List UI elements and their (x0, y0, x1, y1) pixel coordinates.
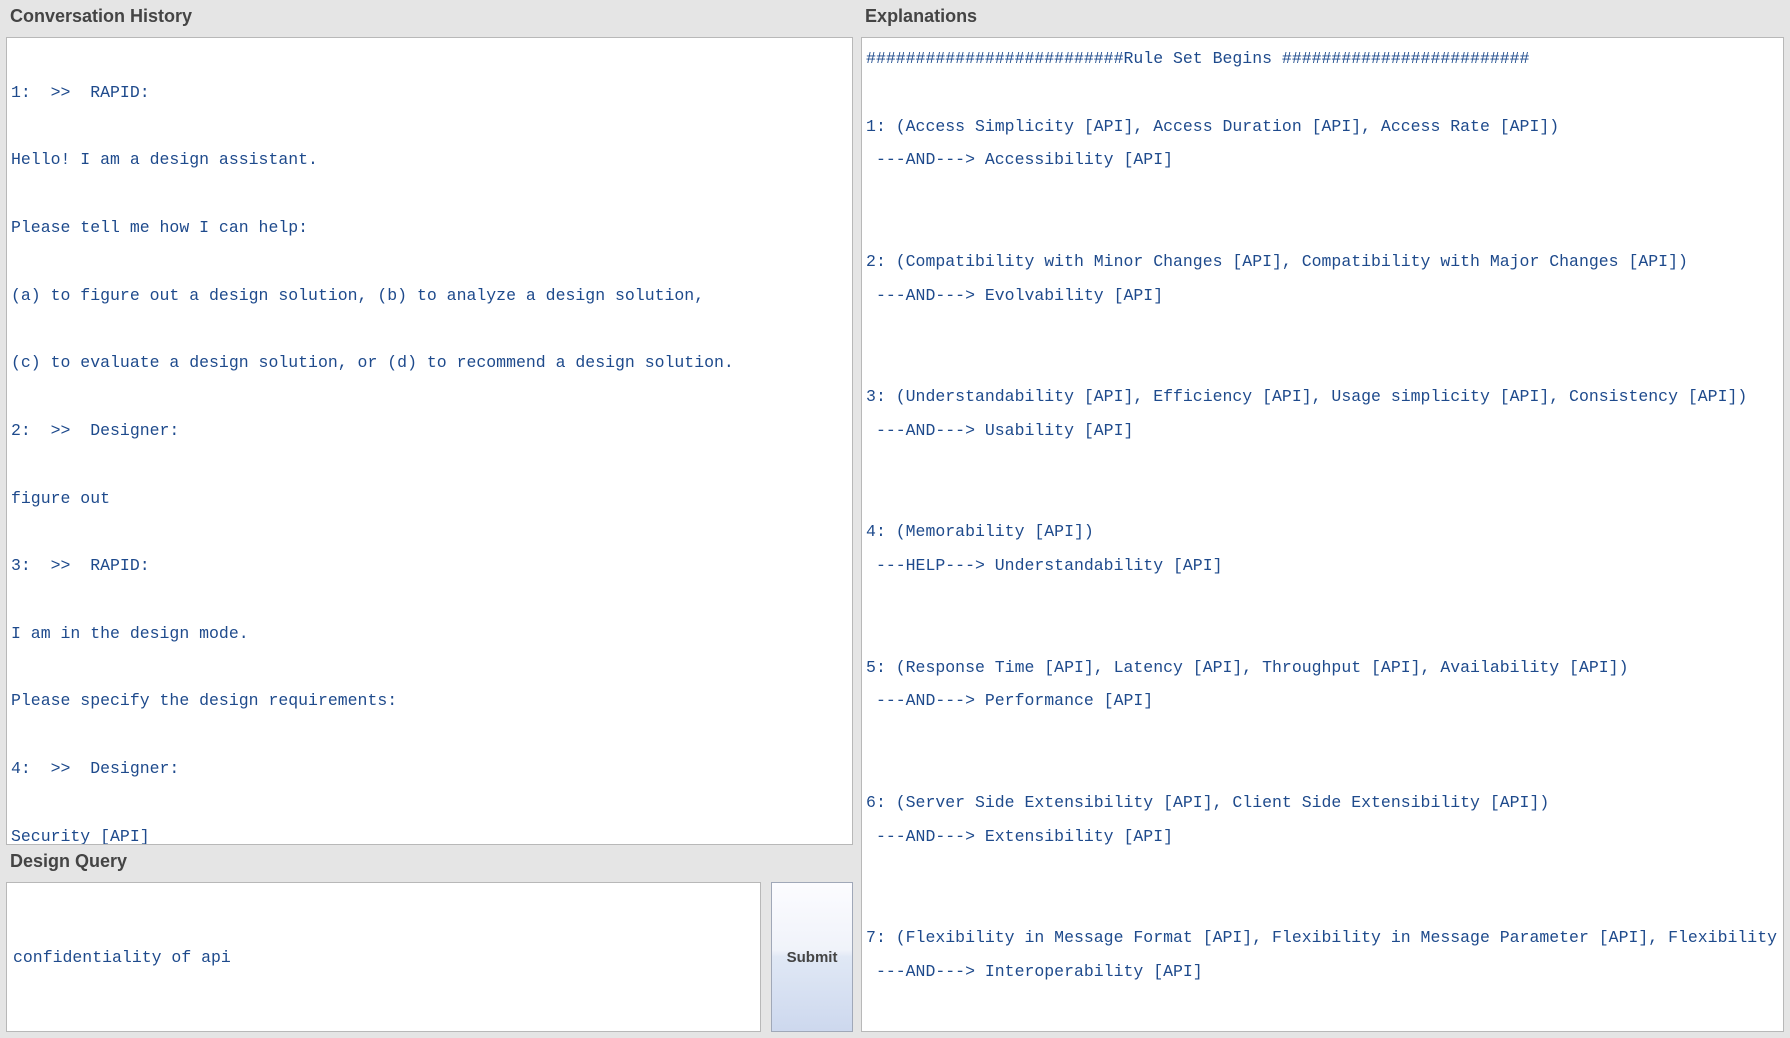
conversation-history-textarea[interactable]: 1: >> RAPID: Hello! I am a design assist… (6, 37, 853, 845)
right-pane: Explanations ##########################R… (857, 0, 1790, 1038)
design-query-row: Submit (6, 882, 853, 1032)
design-query-input-wrap[interactable] (6, 882, 761, 1032)
conversation-history-title: Conversation History (6, 0, 853, 37)
submit-button[interactable]: Submit (771, 882, 853, 1032)
design-query-input[interactable] (13, 948, 754, 967)
conversation-history-section: Conversation History 1: >> RAPID: Hello!… (6, 0, 853, 845)
explanations-title: Explanations (861, 0, 1784, 37)
design-query-section: Design Query Submit (6, 845, 853, 1032)
app-container: Conversation History 1: >> RAPID: Hello!… (0, 0, 1790, 1038)
design-query-title: Design Query (6, 845, 853, 882)
left-pane: Conversation History 1: >> RAPID: Hello!… (0, 0, 857, 1038)
explanations-textarea[interactable]: ##########################Rule Set Begin… (861, 37, 1784, 1032)
